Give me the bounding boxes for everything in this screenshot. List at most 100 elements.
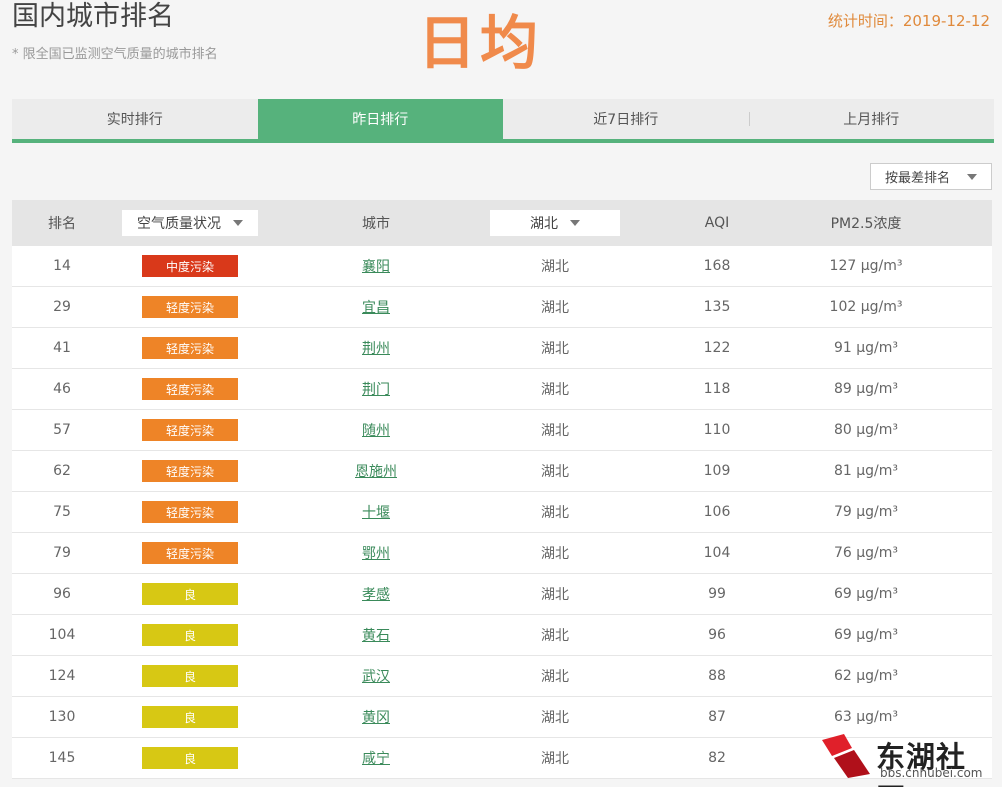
city-link[interactable]: 襄阳 [362,256,390,276]
status-cell: 良 [122,615,258,655]
sort-dropdown[interactable]: 按最差排名 [870,163,992,190]
status-badge: 良 [142,706,238,728]
city-cell: 荆州 [312,328,440,368]
city-cell: 黄冈 [312,697,440,737]
city-link[interactable]: 黄石 [362,625,390,645]
aqi-cell: 118 [703,381,731,397]
city-cell: 武汉 [312,656,440,696]
status-cell: 良 [122,697,258,737]
table-row: 41 轻度污染 荆州 湖北 122 91 μg/m³ [12,328,992,369]
tab-last-7-days[interactable]: 近7日排行 [503,99,749,139]
province-cell: 湖北 [541,710,569,726]
province-cell: 湖北 [541,423,569,439]
city-link[interactable]: 荆门 [362,379,390,399]
table-row: 79 轻度污染 鄂州 湖北 104 76 μg/m³ [12,533,992,574]
pm25-cell: 69 μg/m³ [833,627,899,643]
city-cell: 随州 [312,410,440,450]
city-link[interactable]: 十堰 [362,502,390,522]
city-link[interactable]: 恩施州 [355,461,397,481]
table-row: 29 轻度污染 宜昌 湖北 135 102 μg/m³ [12,287,992,328]
tab-realtime[interactable]: 实时排行 [12,99,258,139]
rank-cell: 145 [48,750,76,766]
city-link[interactable]: 黄冈 [362,707,390,727]
status-badge: 良 [142,747,238,769]
city-link[interactable]: 宜昌 [362,297,390,317]
header-pm25: PM2.5浓度 [830,216,902,232]
table-row: 104 良 黄石 湖北 96 69 μg/m³ [12,615,992,656]
rank-cell: 29 [53,299,71,315]
city-cell: 荆门 [312,369,440,409]
city-link[interactable]: 鄂州 [362,543,390,563]
watermark: 东湖社区 bbs.cnhubei.com [822,734,994,787]
chevron-down-icon [967,174,977,180]
pm25-cell: 89 μg/m³ [833,381,899,397]
table-row: 75 轻度污染 十堰 湖北 106 79 μg/m³ [12,492,992,533]
city-link[interactable]: 武汉 [362,666,390,686]
aqi-cell: 87 [708,709,726,725]
province-cell: 湖北 [541,505,569,521]
rank-cell: 104 [48,627,76,643]
status-badge: 轻度污染 [142,501,238,523]
header-province-cell: 湖北 [490,200,620,246]
chevron-down-icon [570,220,580,226]
pm25-cell: 63 μg/m³ [833,709,899,725]
aqi-cell: 168 [703,258,731,274]
status-cell: 轻度污染 [122,287,258,327]
city-ranking-table: 排名 空气质量状况 城市 湖北 AQI PM2.5浓度 14 中度污染 襄阳 湖北 16… [12,200,992,779]
province-cell: 湖北 [541,669,569,685]
status-cell: 良 [122,574,258,614]
status-badge: 轻度污染 [142,460,238,482]
tab-yesterday[interactable]: 昨日排行 [257,99,503,139]
province-cell: 湖北 [541,300,569,316]
pm25-cell: 80 μg/m³ [833,422,899,438]
aqi-cell: 82 [708,750,726,766]
province-cell: 湖北 [541,751,569,767]
pm25-cell: 81 μg/m³ [833,463,899,479]
status-filter-dropdown[interactable]: 空气质量状况 [122,210,258,236]
status-badge: 轻度污染 [142,378,238,400]
city-link[interactable]: 随州 [362,420,390,440]
city-cell: 恩施州 [312,451,440,491]
status-cell: 轻度污染 [122,328,258,368]
sort-dropdown-label: 按最差排名 [885,171,951,186]
province-cell: 湖北 [541,341,569,357]
aqi-cell: 96 [708,627,726,643]
pm25-cell: 62 μg/m³ [833,668,899,684]
aqi-cell: 88 [708,668,726,684]
city-cell: 十堰 [312,492,440,532]
city-link[interactable]: 荆州 [362,338,390,358]
status-cell: 轻度污染 [122,533,258,573]
rank-cell: 124 [48,668,76,684]
status-cell: 轻度污染 [122,410,258,450]
rank-cell: 75 [53,504,71,520]
city-cell: 黄石 [312,615,440,655]
province-cell: 湖北 [541,259,569,275]
city-cell: 咸宁 [312,738,440,778]
header-rank: 排名 [48,216,76,232]
province-cell: 湖北 [541,628,569,644]
pm25-cell: 127 μg/m³ [829,258,903,274]
rank-cell: 130 [48,709,76,725]
ranking-tabs: 实时排行 昨日排行 近7日排行 上月排行 [12,99,994,143]
aqi-cell: 109 [703,463,731,479]
page-title: 国内城市排名 [12,1,174,32]
city-cell: 孝感 [312,574,440,614]
tab-last-month[interactable]: 上月排行 [748,99,995,139]
page-subtitle: * 限全国已监测空气质量的城市排名 [12,47,218,62]
rank-cell: 57 [53,422,71,438]
table-row: 124 良 武汉 湖北 88 62 μg/m³ [12,656,992,697]
table-row: 62 轻度污染 恩施州 湖北 109 81 μg/m³ [12,451,992,492]
header-status-cell: 空气质量状况 [122,200,258,246]
city-link[interactable]: 咸宁 [362,748,390,768]
chevron-down-icon [233,220,243,226]
aqi-cell: 106 [703,504,731,520]
city-link[interactable]: 孝感 [362,584,390,604]
province-cell: 湖北 [541,464,569,480]
status-badge: 良 [142,583,238,605]
province-filter-dropdown[interactable]: 湖北 [490,210,620,236]
daily-overlay-label: 日均 [418,9,543,77]
city-cell: 鄂州 [312,533,440,573]
table-row: 57 轻度污染 随州 湖北 110 80 μg/m³ [12,410,992,451]
watermark-url: bbs.cnhubei.com [880,766,983,780]
pm25-cell: 91 μg/m³ [833,340,899,356]
